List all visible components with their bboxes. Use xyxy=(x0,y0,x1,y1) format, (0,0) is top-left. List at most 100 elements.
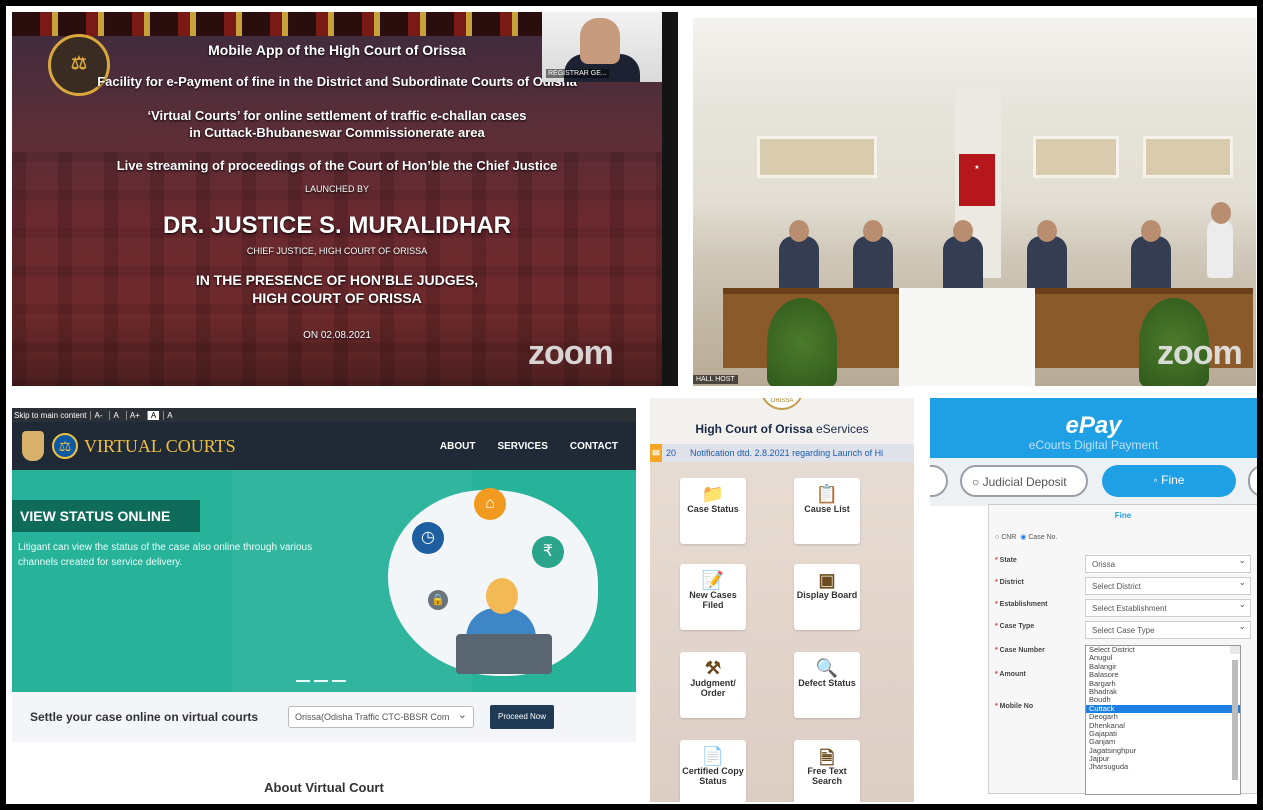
zoom-watermark-2: zoom xyxy=(1157,334,1243,372)
card-defect-status[interactable]: 🔍 Defect Status xyxy=(794,652,860,718)
label-state-text: State xyxy=(999,557,1017,564)
orissa-seal-icon: ORISSA xyxy=(760,398,804,410)
new-cases-icon: 📝 xyxy=(701,570,725,590)
font-size-normal[interactable]: A xyxy=(109,410,121,420)
proceed-now-button[interactable]: Proceed Now xyxy=(490,705,554,729)
court-hall-video-panel: ★ HALL HOST zoom xyxy=(693,18,1256,386)
judge-2 xyxy=(853,220,893,296)
district-dropdown-list[interactable]: Select District Anugul Balangir Balasore Bar… xyxy=(1085,645,1241,795)
rupee-icon: ₹ xyxy=(532,536,564,568)
settle-online-bar: Settle your case online on virtual court… xyxy=(12,692,636,742)
epay-title: ePay xyxy=(1065,412,1122,439)
card-judgment-order[interactable]: ⚒ Judgment/ Order xyxy=(680,652,746,718)
label-amount-text: Amount xyxy=(999,671,1026,678)
slide-presence2: HIGH COURT OF ORISSA xyxy=(252,290,422,306)
virtual-courts-website: Skip to main content A- A A+ A A ⚖ VIRTU… xyxy=(12,408,636,804)
ticker-count: 20 xyxy=(666,448,677,458)
card-label: Cause List xyxy=(804,504,850,514)
label-state: * State xyxy=(995,557,1017,564)
label-case-type: * Case Type xyxy=(995,623,1035,630)
font-size-increase[interactable]: A+ xyxy=(125,410,143,420)
contrast-light[interactable]: A xyxy=(146,410,160,420)
epay-subtitle: eCourts Digital Payment xyxy=(1028,438,1159,452)
chief-justice xyxy=(943,220,983,296)
card-cause-list[interactable]: 📋 Cause List xyxy=(794,478,860,544)
accessibility-bar: Skip to main content A- A A+ A A xyxy=(12,408,636,422)
court-select[interactable]: Orissa(Odisha Traffic CTC-BBSR Com xyxy=(288,706,474,728)
virtual-courts-logo-icon[interactable]: ⚖ xyxy=(52,433,78,459)
label-mobile: * Mobile No xyxy=(995,703,1034,710)
tab-judicial-deposit[interactable]: ○ Judicial Deposit xyxy=(960,465,1088,497)
card-display-board[interactable]: ▣ Display Board xyxy=(794,564,860,630)
hero-title: VIEW STATUS ONLINE xyxy=(12,500,200,532)
clock-icon: ◷ xyxy=(412,522,444,554)
display-board-icon: ▣ xyxy=(818,570,836,590)
label-district-text: District xyxy=(999,579,1024,586)
defect-search-icon: 🔍 xyxy=(815,658,839,678)
district-option[interactable]: Jharsuguda xyxy=(1086,763,1240,772)
settle-label: Settle your case online on virtual court… xyxy=(30,710,259,724)
epay-header: ePay eCourts Digital Payment xyxy=(930,398,1257,458)
about-heading: About Virtual Court xyxy=(264,780,384,795)
tab-fine[interactable]: ◦ Fine xyxy=(1102,465,1236,497)
slide-name: DR. JUSTICE S. MURALIDHAR xyxy=(162,212,511,239)
radio-caseno-label: Case No. xyxy=(1028,534,1058,541)
card-new-cases[interactable]: 📝 New Cases Filed xyxy=(680,564,746,630)
main-menu: ABOUT SERVICES CONTACT xyxy=(440,422,618,470)
notification-ticker[interactable]: ✉ 20 Notification dtd. 2.8.2021 regarding … xyxy=(650,444,914,462)
plant-left xyxy=(767,298,837,386)
gavel-icon: ⚒ xyxy=(704,658,722,678)
eservices-app-panel: ORISSA High Court of Orissa eServices ✉ 2… xyxy=(650,398,914,802)
tab-prev[interactable] xyxy=(930,465,948,497)
radio-cnr-label: CNR xyxy=(1001,534,1017,541)
search-mode-radios: ○ CNR ◉ Case No. xyxy=(995,533,1058,541)
skip-link[interactable]: Skip to main content xyxy=(14,411,86,420)
case-status-icon: 📁 xyxy=(701,484,725,504)
services-grid: 📁 Case Status 📋 Cause List 📝 New Cases File… xyxy=(650,462,914,802)
national-emblem-icon xyxy=(22,431,44,461)
eservices-title-bold: High Court of Orissa xyxy=(695,422,813,436)
zoom-slide-panel: ⚖ Mobile App of the High Court of Orissa… xyxy=(12,12,678,386)
zoom-watermark: zoom xyxy=(528,334,614,372)
slide-line3: ‘Virtual Courts’ for online settlement o… xyxy=(147,108,527,123)
label-case-type-text: Case Type xyxy=(999,623,1035,630)
tab-next[interactable] xyxy=(1248,465,1257,497)
district-option[interactable]: Jagatsinghpur xyxy=(1086,746,1240,755)
eservices-title-rest: eServices xyxy=(812,422,869,436)
label-case-number: * Case Number xyxy=(995,647,1045,654)
laptop-icon xyxy=(456,634,552,674)
state-select[interactable]: Orissa xyxy=(1085,555,1251,573)
slide-presence1: IN THE PRESENCE OF HON’BLE JUDGES, xyxy=(195,272,479,288)
menu-services[interactable]: SERVICES xyxy=(497,441,547,452)
contrast-dark[interactable]: A xyxy=(163,410,175,420)
card-label: Display Board xyxy=(796,590,858,600)
speaker-video-thumbnail[interactable]: REGISTRAR GE... xyxy=(542,12,662,82)
site-brand[interactable]: VIRTUAL COURTS xyxy=(84,436,236,457)
text-search-icon: 🗎 xyxy=(819,748,835,768)
hero-banner: VIEW STATUS ONLINE Litigant can view the… xyxy=(12,470,636,692)
card-label: Free Text Search xyxy=(807,766,847,786)
certified-copy-icon: 📄 xyxy=(701,746,725,766)
menu-about[interactable]: ABOUT xyxy=(440,441,476,452)
label-establishment-text: Establishment xyxy=(999,601,1048,608)
font-size-decrease[interactable]: A- xyxy=(90,410,105,420)
slide-line5: Live streaming of proceedings of the Cou… xyxy=(116,158,558,173)
tab-fine-label: Fine xyxy=(1161,473,1185,487)
hall-host-label: HALL HOST xyxy=(693,375,738,384)
case-type-select[interactable]: Select Case Type xyxy=(1085,621,1251,639)
slide-line4: in Cuttack-Bhubaneswar Commissionerate a… xyxy=(189,125,485,140)
carousel-dots[interactable] xyxy=(296,680,346,682)
district-select[interactable]: Select District xyxy=(1085,577,1251,595)
scrollbar-thumb[interactable] xyxy=(1232,660,1238,780)
label-mobile-text: Mobile No xyxy=(999,703,1034,710)
label-amount: * Amount xyxy=(995,671,1026,678)
desk-cloth xyxy=(899,288,1035,386)
menu-contact[interactable]: CONTACT xyxy=(570,441,618,452)
dropdown-scrollbar[interactable] xyxy=(1230,646,1240,780)
card-case-status[interactable]: 📁 Case Status xyxy=(680,478,746,544)
card-free-text-search[interactable]: 🗎 Free Text Search xyxy=(794,740,860,802)
card-certified-copy[interactable]: 📄 Certified Copy Status xyxy=(680,740,746,802)
site-navbar: ⚖ VIRTUAL COURTS ABOUT SERVICES CONTACT xyxy=(12,422,636,470)
attendant xyxy=(1207,202,1233,278)
establishment-select[interactable]: Select Establishment xyxy=(1085,599,1251,617)
